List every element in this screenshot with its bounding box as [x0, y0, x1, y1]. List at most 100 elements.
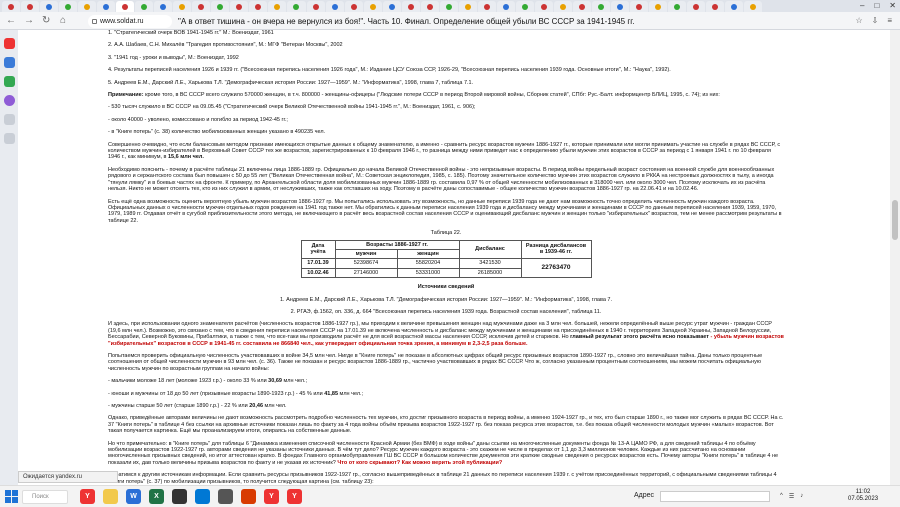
close-icon[interactable]: ✕	[889, 1, 896, 10]
browser-tab[interactable]	[249, 1, 268, 12]
browser-tab[interactable]	[211, 1, 230, 12]
chevron-up-icon[interactable]: ^	[780, 493, 783, 500]
back-icon[interactable]: ←	[6, 15, 16, 26]
sidebar-app-icon[interactable]	[3, 57, 15, 68]
table-header: Дата учёта	[300, 239, 336, 260]
favicon-icon	[369, 3, 376, 10]
browser-tab[interactable]	[59, 1, 78, 12]
tabs-row	[2, 1, 763, 12]
address-label: Адрес	[634, 492, 655, 499]
yandex-icon[interactable]: Y	[264, 489, 279, 504]
browser-tab[interactable]	[325, 1, 344, 12]
scrollbar-thumb[interactable]	[892, 200, 898, 240]
alice-icon[interactable]	[3, 95, 15, 106]
browser-tab[interactable]	[287, 1, 306, 12]
word-icon[interactable]: W	[126, 489, 141, 504]
clock[interactable]: 11:02 07.05.2023	[848, 489, 878, 503]
browser-tab[interactable]	[382, 1, 401, 12]
browser-tab[interactable]	[363, 1, 382, 12]
list-item-text: - мужчины старше 50 лет (старше 1890 г.р…	[108, 403, 248, 410]
browser-tab[interactable]	[2, 1, 21, 12]
table-header: Возрасты 1886-1927 гг.	[334, 239, 460, 250]
menu-icon[interactable]: ≡	[887, 16, 892, 25]
taskbar: Поиск Y W X Y Y Адрес ^ ☰ ♪ 11:02 07.05.…	[0, 485, 900, 507]
browser-tab[interactable]	[496, 1, 515, 12]
yandex-icon[interactable]	[3, 38, 15, 49]
browser-tab[interactable]	[173, 1, 192, 12]
windows-start-icon[interactable]	[5, 490, 18, 503]
favicon-icon	[179, 3, 186, 10]
browser-tab[interactable]	[515, 1, 534, 12]
browser-tab[interactable]	[572, 1, 591, 12]
browser-tab[interactable]	[591, 1, 610, 12]
browser-tab[interactable]	[611, 1, 630, 12]
yandex-icon[interactable]: Y	[287, 489, 302, 504]
url-input[interactable]: www.soldat.ru	[88, 15, 172, 28]
yandex-browser-icon[interactable]: Y	[80, 489, 95, 504]
address-toolbar-input[interactable]	[660, 491, 770, 502]
file-explorer-icon[interactable]	[103, 489, 118, 504]
maximize-icon[interactable]: □	[874, 1, 879, 10]
browser-tab[interactable]	[534, 1, 553, 12]
excel-icon[interactable]: X	[149, 489, 164, 504]
browser-sidebar	[0, 30, 18, 485]
source-item: 2. РГАЭ, ф.1562, оп. 336, д. 664 "Всесою…	[290, 308, 602, 315]
home-icon[interactable]: ⌂	[60, 15, 66, 26]
browser-tab[interactable]	[420, 1, 439, 12]
browser-tab[interactable]	[192, 1, 211, 12]
list-item: - мальчики моложе 18 лет (моложе 1923 г.…	[108, 378, 784, 384]
browser-tab[interactable]	[97, 1, 116, 12]
bookmark-icon[interactable]: ☆	[855, 16, 862, 25]
tab-strip: 95 – □ ✕	[0, 0, 900, 12]
favicon-icon	[255, 3, 262, 10]
browser-tab[interactable]	[230, 1, 249, 12]
note-line: - около 40000 - уволено, комиссовано и п…	[108, 116, 288, 123]
browser-tab[interactable]	[21, 1, 40, 12]
taskbar-search[interactable]: Поиск	[22, 490, 68, 504]
paragraph: Есть ещё одна возможность оценить вероят…	[108, 198, 782, 224]
browser-tab[interactable]	[649, 1, 668, 12]
browser-tab[interactable]	[344, 1, 363, 12]
paragraph: Однако, приведённые авторами величины не…	[108, 415, 784, 435]
browser-tab[interactable]	[439, 1, 458, 12]
table-cell: 27146000	[334, 267, 398, 279]
scrollbar[interactable]	[890, 30, 900, 485]
sidebar-app-icon[interactable]	[3, 133, 15, 144]
browser-tab[interactable]	[40, 1, 59, 12]
network-icon[interactable]: ☰	[789, 493, 794, 500]
app-icon[interactable]	[172, 489, 187, 504]
favicon-icon	[103, 3, 110, 10]
sidebar-app-icon[interactable]	[3, 114, 15, 125]
app-icon[interactable]	[241, 489, 256, 504]
app-icon[interactable]	[218, 489, 233, 504]
browser-tab[interactable]	[630, 1, 649, 12]
browser-tab[interactable]	[306, 1, 325, 12]
minimize-icon[interactable]: –	[860, 1, 864, 10]
table-cell: 55820204	[396, 258, 460, 269]
browser-tab[interactable]	[477, 1, 496, 12]
browser-tab[interactable]	[401, 1, 420, 12]
browser-tab[interactable]	[458, 1, 477, 12]
browser-tab[interactable]	[744, 1, 763, 12]
browser-tab[interactable]	[706, 1, 725, 12]
sidebar-app-icon[interactable]	[3, 76, 15, 87]
list-item-value: 41,85	[324, 390, 339, 397]
reload-icon[interactable]: ↻	[42, 15, 50, 26]
download-icon[interactable]: ⇩	[872, 16, 879, 25]
browser-tab[interactable]	[268, 1, 287, 12]
browser-tab[interactable]	[116, 1, 135, 12]
browser-tab[interactable]	[553, 1, 572, 12]
edge-icon[interactable]	[195, 489, 210, 504]
browser-tab[interactable]	[725, 1, 744, 12]
browser-tab[interactable]	[135, 1, 154, 12]
favicon-icon	[46, 3, 53, 10]
browser-tab[interactable]	[78, 1, 97, 12]
browser-tab[interactable]	[154, 1, 173, 12]
browser-tab[interactable]	[687, 1, 706, 12]
browser-tab[interactable]	[668, 1, 687, 12]
paragraph: Попытаемся проверить официальную численн…	[108, 353, 763, 372]
table-cell: 17.01.39	[300, 258, 336, 269]
volume-icon[interactable]: ♪	[800, 493, 803, 500]
forward-icon[interactable]: →	[24, 15, 34, 26]
favicon-icon	[712, 3, 719, 10]
